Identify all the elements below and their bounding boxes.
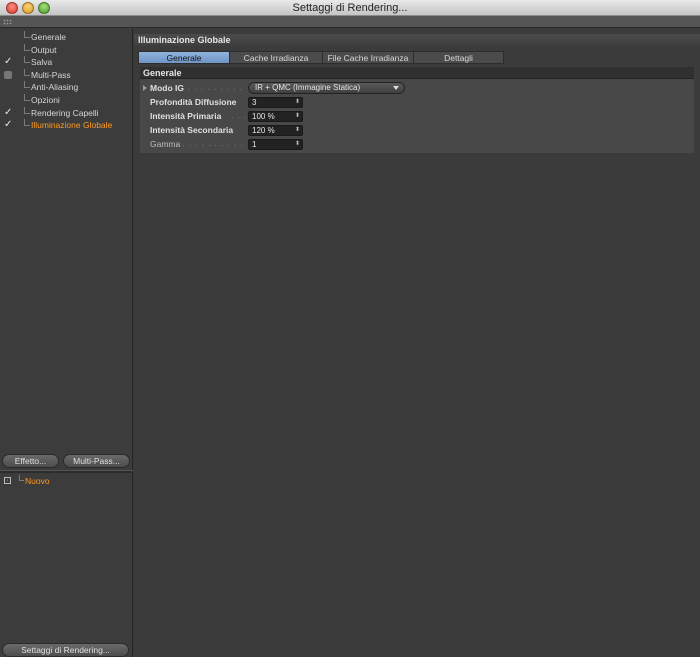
expand-arrow-icon[interactable]: [143, 85, 147, 91]
settings-nav-list: Generale Output ✓ Salva Multi-Pass Anti-…: [0, 31, 133, 132]
sidebar-item-multi-pass[interactable]: Multi-Pass: [0, 68, 133, 82]
sidebar-item-salva[interactable]: ✓ Salva: [0, 56, 133, 69]
tab-dettagli[interactable]: Dettagli: [413, 51, 504, 64]
checkmark-icon[interactable]: ✓: [4, 107, 13, 118]
tree-line-icon: [24, 68, 30, 76]
secondaria-value: 120 %: [252, 126, 275, 135]
sidebar-item-opzioni[interactable]: Opzioni: [0, 93, 133, 107]
title-bar: Settaggi di Rendering...: [0, 0, 700, 16]
main-panel: Illuminazione Globale Generale Cache Irr…: [134, 29, 700, 657]
sidebar-item-illuminazione-globale[interactable]: ✓ Illuminazione Globale: [0, 119, 133, 132]
checkmark-icon[interactable]: ✓: [4, 120, 13, 130]
panel-divider[interactable]: [0, 470, 133, 473]
tree-line-icon: [24, 119, 30, 127]
modo-ig-row: Modo IG . . . . . . . . . . . . IR + QMC…: [140, 82, 694, 94]
window-title: Settaggi di Rendering...: [292, 2, 408, 14]
sidebar-item-output[interactable]: Output: [0, 43, 133, 57]
stepper-arrows-icon[interactable]: ⬍: [295, 112, 300, 121]
left-panel: Generale Output ✓ Salva Multi-Pass Anti-…: [0, 29, 133, 657]
gamma-input[interactable]: 1 ⬍: [248, 139, 303, 150]
modo-ig-label: Modo IG: [150, 83, 184, 93]
preset-label: Nuovo: [25, 476, 50, 486]
stepper-arrows-icon[interactable]: ⬍: [295, 126, 300, 135]
section-title: Illuminazione Globale: [134, 34, 700, 46]
sidebar-item-label: Multi-Pass: [31, 69, 71, 80]
checkmark-icon[interactable]: ✓: [4, 57, 13, 67]
leader-dots: . . . . . . . . . . . . . .: [176, 139, 246, 148]
profondita-row: Profondità Diffusione 3 ⬍: [140, 96, 694, 108]
tab-generale[interactable]: Generale: [138, 51, 229, 64]
tab-cache-irradianza[interactable]: Cache Irradianza: [229, 51, 322, 64]
checkbox-icon[interactable]: [4, 70, 12, 79]
preset-item-nuovo[interactable]: · Nuovo: [0, 475, 133, 487]
chevron-down-icon: [393, 86, 399, 90]
tab-bar: Generale Cache Irradianza File Cache Irr…: [138, 51, 504, 64]
stepper-arrows-icon[interactable]: ⬍: [295, 140, 300, 149]
tree-line-icon: [24, 43, 30, 51]
primaria-row: Intensità Primaria . . . 100 % ⬍: [140, 110, 694, 122]
multi-pass-button[interactable]: Multi-Pass...: [63, 454, 130, 468]
leader-dots: . . . . . . . . . . . .: [188, 83, 246, 92]
effetto-button[interactable]: Effetto...: [2, 454, 59, 468]
sidebar-item-label: Generale: [31, 32, 66, 42]
stepper-arrows-icon[interactable]: ⬍: [295, 98, 300, 107]
tree-line-icon: [24, 106, 30, 114]
tree-line-icon: [24, 93, 30, 101]
tab-file-cache-irradianza[interactable]: File Cache Irradianza: [322, 51, 413, 64]
sidebar-item-anti-aliasing[interactable]: Anti-Aliasing: [0, 81, 133, 94]
group-title: Generale: [140, 67, 694, 79]
tree-line-icon: [24, 81, 30, 89]
profondita-input[interactable]: 3 ⬍: [248, 97, 303, 108]
toolbar-strip: [0, 16, 700, 28]
generale-group: Generale Modo IG . . . . . . . . . . . .…: [140, 67, 694, 153]
primaria-value: 100 %: [252, 112, 275, 121]
tree-line-icon: [24, 31, 30, 38]
tree-line-icon: [19, 475, 24, 481]
tree-line-icon: [24, 56, 30, 64]
gamma-value: 1: [252, 140, 257, 149]
gamma-row: Gamma . . . . . . . . . . . . . . 1 ⬍: [140, 138, 694, 150]
secondaria-row: Intensità Secondaria 120 % ⬍: [140, 124, 694, 136]
grip-icon[interactable]: [3, 19, 12, 25]
sidebar-item-label: Output: [31, 44, 57, 55]
sidebar-item-label: Rendering Capelli: [31, 107, 99, 118]
modo-ig-value: IR + QMC (Immagine Statica): [255, 83, 361, 92]
sidebar-item-rendering-capelli[interactable]: ✓ Rendering Capelli: [0, 106, 133, 120]
secondaria-input[interactable]: 120 % ⬍: [248, 125, 303, 136]
secondaria-label: Intensità Secondaria: [150, 125, 234, 135]
sidebar-item-label: Opzioni: [31, 94, 60, 105]
sidebar-item-generale[interactable]: Generale: [0, 31, 133, 44]
leader-dots: . . .: [231, 111, 246, 120]
modo-ig-dropdown[interactable]: IR + QMC (Immagine Statica): [248, 82, 405, 94]
sidebar-item-label: Salva: [31, 57, 53, 68]
expand-toggle-icon[interactable]: ·: [4, 477, 11, 484]
primaria-label: Intensità Primaria: [150, 111, 222, 121]
render-settings-button[interactable]: Settaggi di Rendering...: [2, 643, 129, 657]
sidebar-item-label: Anti-Aliasing: [31, 82, 79, 93]
profondita-value: 3: [252, 98, 257, 107]
profondita-label: Profondità Diffusione: [150, 97, 237, 107]
primaria-input[interactable]: 100 % ⬍: [248, 111, 303, 122]
sidebar-item-label: Illuminazione Globale: [31, 120, 113, 131]
